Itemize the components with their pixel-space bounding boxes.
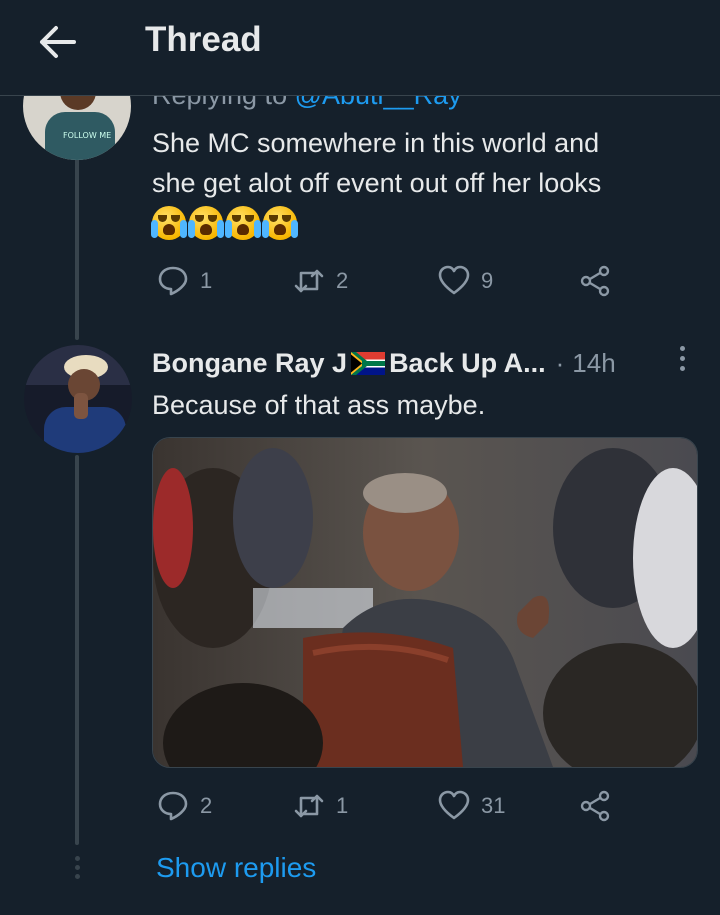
tweet-image[interactable] [152, 437, 698, 768]
retweet-count: 2 [336, 268, 349, 293]
tweet-text: Because of that ass maybe. [152, 390, 486, 420]
crying-face-icon [151, 206, 187, 240]
tweet-header: Bongane Ray J Back Up A... · 14h [152, 343, 692, 383]
like-count: 31 [481, 793, 506, 818]
avatar[interactable] [24, 345, 132, 453]
reply-button[interactable]: 2 [156, 786, 212, 826]
like-button[interactable]: 31 [437, 786, 505, 826]
heart-icon [438, 265, 470, 295]
retweet-button[interactable]: 2 [292, 261, 348, 301]
back-button[interactable] [34, 24, 78, 60]
share-button[interactable] [578, 786, 612, 826]
thread-line [75, 455, 79, 845]
retweet-icon [294, 794, 324, 818]
tweet-text-line: she get alot off event out off her looks [152, 168, 602, 198]
reply-count: 1 [200, 268, 213, 293]
reply-icon [158, 266, 188, 296]
separator: · [555, 347, 565, 378]
arrow-left-icon [40, 26, 76, 58]
reply-icon [158, 791, 188, 821]
crying-face-icon [262, 206, 298, 240]
like-button[interactable]: 9 [437, 261, 493, 301]
share-icon [580, 265, 610, 297]
share-button[interactable] [578, 261, 612, 301]
reply-count: 2 [200, 793, 213, 818]
thread-line [75, 150, 79, 340]
south-africa-flag-icon [351, 351, 386, 375]
tweet-time[interactable]: 14h [572, 348, 615, 379]
heart-icon [438, 790, 470, 820]
page-title: Thread [145, 20, 262, 59]
thread-header: Thread [0, 0, 720, 96]
like-count: 9 [481, 268, 494, 293]
tweet-actions: 1 2 9 [152, 261, 622, 301]
retweet-button[interactable]: 1 [292, 786, 348, 826]
share-icon [580, 790, 610, 822]
author-name-suffix[interactable]: Back Up A... [389, 348, 546, 379]
crying-face-icon [225, 206, 261, 240]
retweet-count: 1 [336, 793, 349, 818]
more-options-icon[interactable] [676, 346, 688, 376]
tweet-actions: 2 1 31 [152, 786, 622, 826]
retweet-icon [294, 269, 324, 293]
reply-button[interactable]: 1 [156, 261, 212, 301]
thread-more-dots [72, 856, 82, 886]
author-name[interactable]: Bongane Ray J [152, 348, 347, 379]
show-replies-link[interactable]: Show replies [156, 852, 316, 884]
crying-face-icon [188, 206, 224, 240]
svg-text:FOLLOW ME: FOLLOW ME [63, 131, 111, 140]
emoji-row [151, 206, 298, 242]
tweet-text-line: She MC somewhere in this world and [152, 128, 600, 158]
